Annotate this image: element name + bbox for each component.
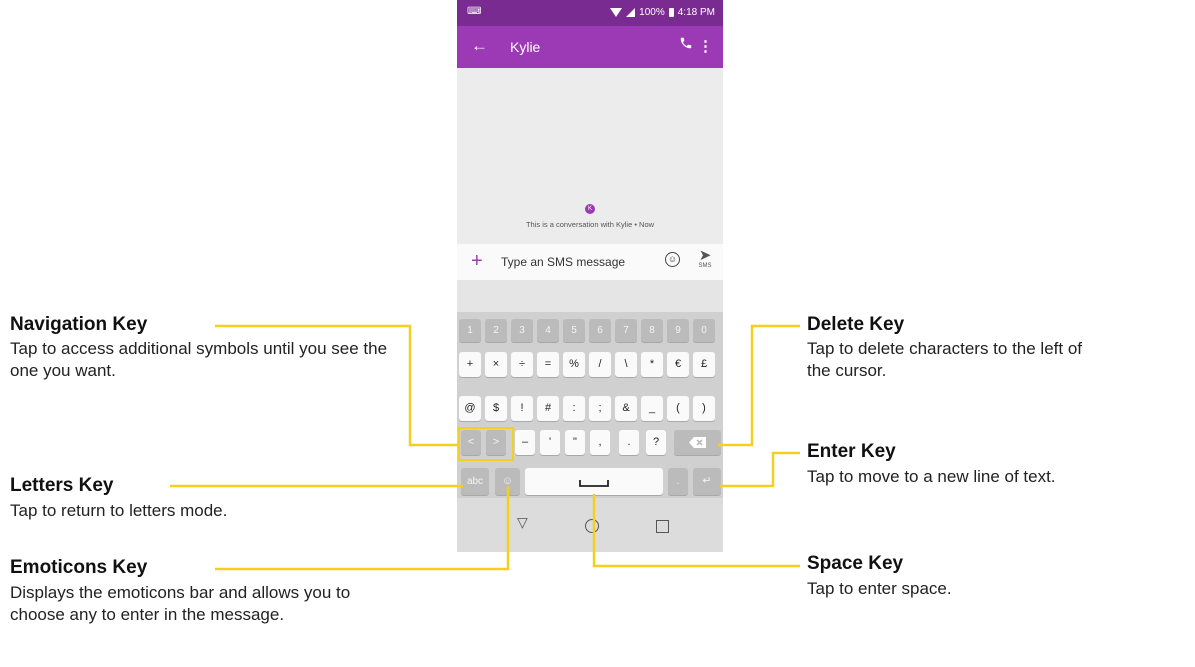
- enter-key-title: Enter Key: [807, 441, 896, 462]
- status-bar: ⌨ 100% 4:18 PM: [457, 0, 723, 26]
- key-plus[interactable]: +: [459, 352, 481, 377]
- navigation-key-title: Navigation Key: [10, 314, 148, 335]
- contact-avatar: K: [585, 204, 595, 214]
- symbol-keyboard: 1 2 3 4 5 6 7 8 9 0 + × ÷ = % / \ * € £ …: [457, 312, 723, 498]
- space-key[interactable]: [525, 468, 663, 495]
- enter-icon: ↵: [702, 475, 712, 487]
- key-backslash[interactable]: \: [615, 352, 637, 377]
- system-nav-bar: ▽: [457, 498, 723, 552]
- key-hash[interactable]: #: [537, 396, 559, 421]
- enter-key[interactable]: ↵: [693, 468, 721, 495]
- delete-key[interactable]: [674, 430, 721, 455]
- key-4[interactable]: 4: [537, 319, 559, 342]
- app-bar: ← Kylie ⋮: [457, 26, 723, 68]
- key-ampersand[interactable]: &: [615, 396, 637, 421]
- key-percent[interactable]: %: [563, 352, 585, 377]
- key-9[interactable]: 9: [667, 319, 689, 342]
- key-dollar[interactable]: $: [485, 396, 507, 421]
- conversation-title: Kylie: [510, 39, 541, 55]
- nav-back-icon[interactable]: ▽: [517, 514, 528, 531]
- key-colon[interactable]: :: [563, 396, 585, 421]
- key-3[interactable]: 3: [511, 319, 533, 342]
- key-euro[interactable]: €: [667, 352, 689, 377]
- key-quote[interactable]: ": [565, 430, 585, 455]
- conversation-area: K This is a conversation with Kylie • No…: [457, 68, 723, 244]
- enter-key-desc: Tap to move to a new line of text.: [807, 467, 1056, 486]
- battery-percent: 100%: [639, 7, 665, 18]
- key-question[interactable]: ?: [646, 430, 666, 455]
- signal-icon: [626, 8, 636, 17]
- key-period[interactable]: .: [619, 430, 639, 455]
- key-pound[interactable]: £: [693, 352, 715, 377]
- nav-recents-icon[interactable]: [656, 520, 669, 533]
- key-5[interactable]: 5: [563, 319, 585, 342]
- keyboard-status-icon: ⌨: [467, 6, 482, 17]
- phone-icon[interactable]: [679, 36, 693, 55]
- battery-icon: [668, 8, 674, 17]
- key-0[interactable]: 0: [693, 319, 715, 342]
- send-label: SMS: [698, 263, 712, 269]
- delete-key-title: Delete Key: [807, 314, 905, 335]
- sms-message-input[interactable]: [501, 253, 651, 271]
- key-apostrophe[interactable]: ': [540, 430, 560, 455]
- key-at[interactable]: @: [459, 396, 481, 421]
- key-semicolon[interactable]: ;: [589, 396, 611, 421]
- key-8[interactable]: 8: [641, 319, 663, 342]
- phone-screen: ⌨ 100% 4:18 PM ← Kylie ⋮ K This is a con…: [457, 0, 723, 552]
- space-bar-icon: [579, 480, 609, 487]
- more-vert-icon[interactable]: ⋮: [698, 37, 713, 55]
- key-dash[interactable]: –: [515, 430, 535, 455]
- navigation-keys-highlight: [458, 427, 514, 461]
- key-2[interactable]: 2: [485, 319, 507, 342]
- key-exclamation[interactable]: !: [511, 396, 533, 421]
- key-divide[interactable]: ÷: [511, 352, 533, 377]
- key-equals[interactable]: =: [537, 352, 559, 377]
- key-slash[interactable]: /: [589, 352, 611, 377]
- nav-home-icon[interactable]: [585, 519, 599, 533]
- attach-plus-icon[interactable]: +: [471, 250, 483, 273]
- letters-key[interactable]: abc: [461, 468, 489, 495]
- send-sms-button[interactable]: ➤ SMS: [694, 246, 716, 269]
- status-time: 4:18 PM: [677, 7, 715, 18]
- wifi-icon: [610, 8, 623, 17]
- key-period-bottom[interactable]: .: [668, 468, 688, 495]
- letters-key-desc: Tap to return to letters mode.: [10, 501, 228, 520]
- conversation-info: This is a conversation with Kylie • Now: [525, 220, 655, 229]
- key-1[interactable]: 1: [459, 319, 481, 342]
- arrow-left-icon[interactable]: ←: [471, 36, 488, 56]
- key-6[interactable]: 6: [589, 319, 611, 342]
- emoticons-key-desc: Displays the emoticons bar and allows yo…: [10, 583, 351, 624]
- key-open-paren[interactable]: (: [667, 396, 689, 421]
- keyboard-spacer: [457, 280, 723, 312]
- key-7[interactable]: 7: [615, 319, 637, 342]
- delete-key-desc: Tap to delete characters to the left of …: [807, 339, 1082, 380]
- delete-leader-line: [718, 324, 800, 447]
- emoticons-key-title: Emoticons Key: [10, 557, 148, 578]
- backspace-icon: [688, 436, 706, 448]
- letters-key-title: Letters Key: [10, 475, 114, 496]
- key-asterisk[interactable]: *: [641, 352, 663, 377]
- space-key-desc: Tap to enter space.: [807, 579, 952, 598]
- smiley-icon: ☺: [501, 475, 514, 487]
- key-underscore[interactable]: _: [641, 396, 663, 421]
- emoticons-key[interactable]: ☺: [495, 468, 520, 495]
- send-icon: ➤: [698, 247, 712, 264]
- navigation-key-desc: Tap to access additional symbols until y…: [10, 339, 388, 380]
- emoji-icon[interactable]: ☺: [665, 252, 680, 267]
- message-composer: + ☺ ➤ SMS: [457, 244, 723, 280]
- space-key-title: Space Key: [807, 553, 904, 574]
- key-comma[interactable]: ,: [590, 430, 610, 455]
- key-multiply[interactable]: ×: [485, 352, 507, 377]
- key-close-paren[interactable]: ): [693, 396, 715, 421]
- enter-leader-line: [720, 451, 800, 488]
